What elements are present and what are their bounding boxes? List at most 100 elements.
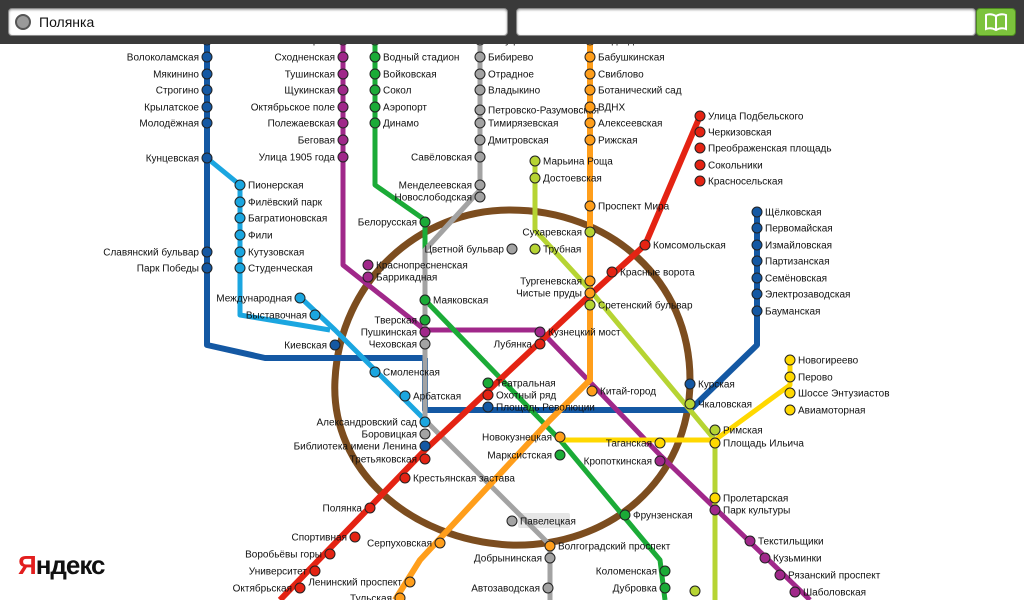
station[interactable]: Улица Подбельского xyxy=(694,110,804,123)
station-label[interactable]: Авиамоторная xyxy=(798,406,865,417)
station-dot[interactable] xyxy=(694,110,706,122)
station[interactable]: Динамо xyxy=(369,117,419,130)
station-dot[interactable] xyxy=(419,338,431,350)
station-dot[interactable] xyxy=(542,582,554,594)
station-label[interactable]: Филёвский парк xyxy=(248,198,323,209)
station[interactable]: Курская xyxy=(684,378,735,391)
station-dot[interactable] xyxy=(784,387,796,399)
station[interactable]: Планерная xyxy=(283,44,348,47)
station-label[interactable]: Октябрьская xyxy=(233,583,292,595)
station-dot[interactable] xyxy=(474,179,486,191)
station-label[interactable]: Коломенская xyxy=(596,567,657,578)
station[interactable]: Сокольники xyxy=(694,159,763,172)
station-label[interactable]: Рижская xyxy=(598,136,638,147)
station-dot[interactable] xyxy=(586,385,598,397)
station-label[interactable]: Площадь Революции xyxy=(496,403,595,414)
station-dot[interactable] xyxy=(234,196,246,208)
station[interactable]: Бибирево xyxy=(474,51,534,64)
station-label[interactable]: Добрынинская xyxy=(474,553,542,565)
station-dot[interactable] xyxy=(434,537,446,549)
station[interactable]: Пионерская xyxy=(234,179,304,192)
station-dot[interactable] xyxy=(789,586,801,598)
station-label[interactable]: Менделеевская xyxy=(399,181,472,192)
station-dot[interactable] xyxy=(294,292,306,304)
station-dot[interactable] xyxy=(369,84,381,96)
station-dot[interactable] xyxy=(234,229,246,241)
station[interactable]: Сухаревская xyxy=(522,226,596,239)
station-dot[interactable] xyxy=(337,151,349,163)
station-label[interactable]: Черкизовская xyxy=(708,128,772,139)
station-dot[interactable] xyxy=(689,585,701,597)
station[interactable]: Аэропорт xyxy=(369,101,427,114)
station-label[interactable]: Павелецкая xyxy=(520,517,576,528)
station[interactable]: Кутузовская xyxy=(234,246,304,259)
station-dot[interactable] xyxy=(639,239,651,251)
station-dot[interactable] xyxy=(585,44,595,46)
station-dot[interactable] xyxy=(584,101,596,113)
station-dot[interactable] xyxy=(584,299,596,311)
station-dot[interactable] xyxy=(584,275,596,287)
station-dot[interactable] xyxy=(337,117,349,129)
station[interactable]: Водный стадион xyxy=(369,51,459,64)
station-label[interactable]: Водный стадион xyxy=(383,53,459,64)
station-label[interactable]: Красные ворота xyxy=(620,268,695,279)
station-label[interactable]: Молодёжная xyxy=(139,119,199,130)
station-label[interactable]: Таганская xyxy=(606,439,652,450)
station[interactable]: Молодёжная xyxy=(139,117,213,130)
station-dot[interactable] xyxy=(309,565,321,577)
station-dot[interactable] xyxy=(606,266,618,278)
station-dot[interactable] xyxy=(370,44,380,46)
station-label[interactable]: Лубянка xyxy=(494,339,533,351)
station-label[interactable]: Алтуфьево xyxy=(488,44,540,47)
station-dot[interactable] xyxy=(659,565,671,577)
station-dot[interactable] xyxy=(482,389,494,401)
from-station-field[interactable]: Полянка xyxy=(8,8,508,36)
station-label[interactable]: Кунцевская xyxy=(146,154,199,165)
station[interactable]: Алексеевская xyxy=(584,117,662,130)
station-dot[interactable] xyxy=(709,504,721,516)
station[interactable]: Волгоградский проспект xyxy=(544,540,671,553)
station[interactable]: Тимирязевская xyxy=(474,117,558,130)
station-label[interactable]: Шаболовская xyxy=(803,587,866,599)
station-label[interactable]: Арбатская xyxy=(413,391,461,403)
station[interactable]: Марьина Роща xyxy=(529,155,613,168)
station-label[interactable]: Третьяковская xyxy=(350,455,417,466)
station-dot[interactable] xyxy=(784,371,796,383)
station-dot[interactable] xyxy=(201,152,213,164)
station-label[interactable]: Сухаревская xyxy=(522,228,582,239)
station-dot[interactable] xyxy=(584,287,596,299)
station-dot[interactable] xyxy=(709,424,721,436)
station-label[interactable]: Петровско-Разумовская xyxy=(488,106,599,117)
station-label[interactable]: Полежаевская xyxy=(268,119,335,130)
station-dot[interactable] xyxy=(362,271,374,283)
station[interactable]: Кропоткинская xyxy=(584,455,666,468)
station-label[interactable]: Парк Победы xyxy=(137,263,199,275)
station-label[interactable]: Спортивная xyxy=(291,533,347,544)
station-dot[interactable] xyxy=(201,84,213,96)
station[interactable]: Красносельская xyxy=(694,175,783,188)
station[interactable]: Войковская xyxy=(369,68,437,81)
station[interactable]: Черкизовская xyxy=(694,126,772,139)
station[interactable]: Рязанский проспект xyxy=(774,569,881,582)
station[interactable]: Менделеевская xyxy=(399,179,486,192)
station-dot[interactable] xyxy=(584,84,596,96)
station-label[interactable]: Октябрьское поле xyxy=(251,102,336,114)
station-label[interactable]: Тимирязевская xyxy=(488,119,558,130)
station-label[interactable]: Римская xyxy=(723,426,763,437)
station[interactable]: Перово xyxy=(784,371,833,384)
station-dot[interactable] xyxy=(554,449,566,461)
station[interactable]: Электрозаводская xyxy=(751,288,850,301)
station[interactable]: Ботанический сад xyxy=(584,84,682,97)
station[interactable]: Семёновская xyxy=(751,272,827,285)
station-dot[interactable] xyxy=(419,216,431,228)
station[interactable]: Добрынинская xyxy=(474,552,556,565)
station[interactable]: Улица 1905 года xyxy=(259,151,349,164)
station[interactable]: Савёловская xyxy=(411,151,486,164)
station-dot[interactable] xyxy=(751,272,763,284)
station-label[interactable]: Чеховская xyxy=(369,340,417,351)
station-dot[interactable] xyxy=(784,404,796,416)
station[interactable]: Чеховская xyxy=(369,338,431,351)
station-dot[interactable] xyxy=(234,212,246,224)
station-label[interactable]: Новослободская xyxy=(394,192,472,204)
station-dot[interactable] xyxy=(694,175,706,187)
